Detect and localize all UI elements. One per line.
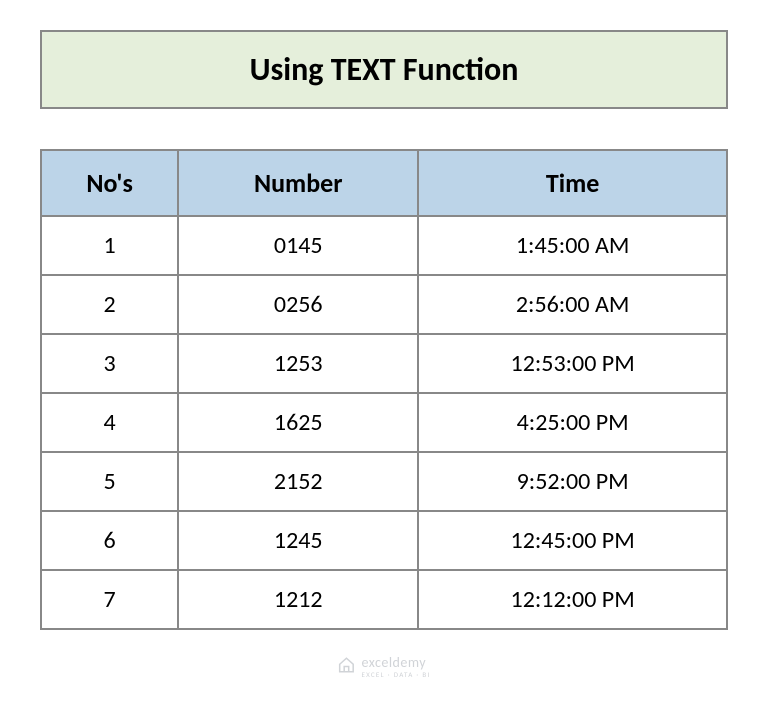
house-icon [337,656,355,678]
cell-nos: 7 [41,570,178,629]
cell-nos: 2 [41,275,178,334]
cell-time: 1:45:00 AM [418,216,727,275]
table-row: 4 1625 4:25:00 PM [41,393,727,452]
watermark-main: exceldemy [361,656,430,670]
cell-number: 0256 [178,275,418,334]
watermark-sub: EXCEL · DATA · BI [361,671,430,678]
table-header-row: No's Number Time [41,150,727,216]
header-number: Number [178,150,418,216]
table-row: 3 1253 12:53:00 PM [41,334,727,393]
cell-time: 12:53:00 PM [418,334,727,393]
cell-nos: 5 [41,452,178,511]
table-row: 6 1245 12:45:00 PM [41,511,727,570]
cell-time: 2:56:00 AM [418,275,727,334]
title-banner: Using TEXT Function [40,30,728,109]
cell-number: 1212 [178,570,418,629]
data-table: No's Number Time 1 0145 1:45:00 AM 2 025… [40,149,728,630]
cell-nos: 1 [41,216,178,275]
table-row: 1 0145 1:45:00 AM [41,216,727,275]
page-title: Using TEXT Function [52,50,716,89]
watermark: exceldemy EXCEL · DATA · BI [337,656,430,678]
table-row: 5 2152 9:52:00 PM [41,452,727,511]
cell-number: 2152 [178,452,418,511]
cell-time: 12:12:00 PM [418,570,727,629]
cell-number: 1245 [178,511,418,570]
cell-time: 4:25:00 PM [418,393,727,452]
header-time: Time [418,150,727,216]
cell-nos: 6 [41,511,178,570]
header-nos: No's [41,150,178,216]
cell-nos: 4 [41,393,178,452]
table-row: 2 0256 2:56:00 AM [41,275,727,334]
cell-time: 9:52:00 PM [418,452,727,511]
cell-number: 1253 [178,334,418,393]
table-row: 7 1212 12:12:00 PM [41,570,727,629]
cell-number: 1625 [178,393,418,452]
cell-nos: 3 [41,334,178,393]
cell-time: 12:45:00 PM [418,511,727,570]
watermark-text: exceldemy EXCEL · DATA · BI [361,656,430,678]
cell-number: 0145 [178,216,418,275]
